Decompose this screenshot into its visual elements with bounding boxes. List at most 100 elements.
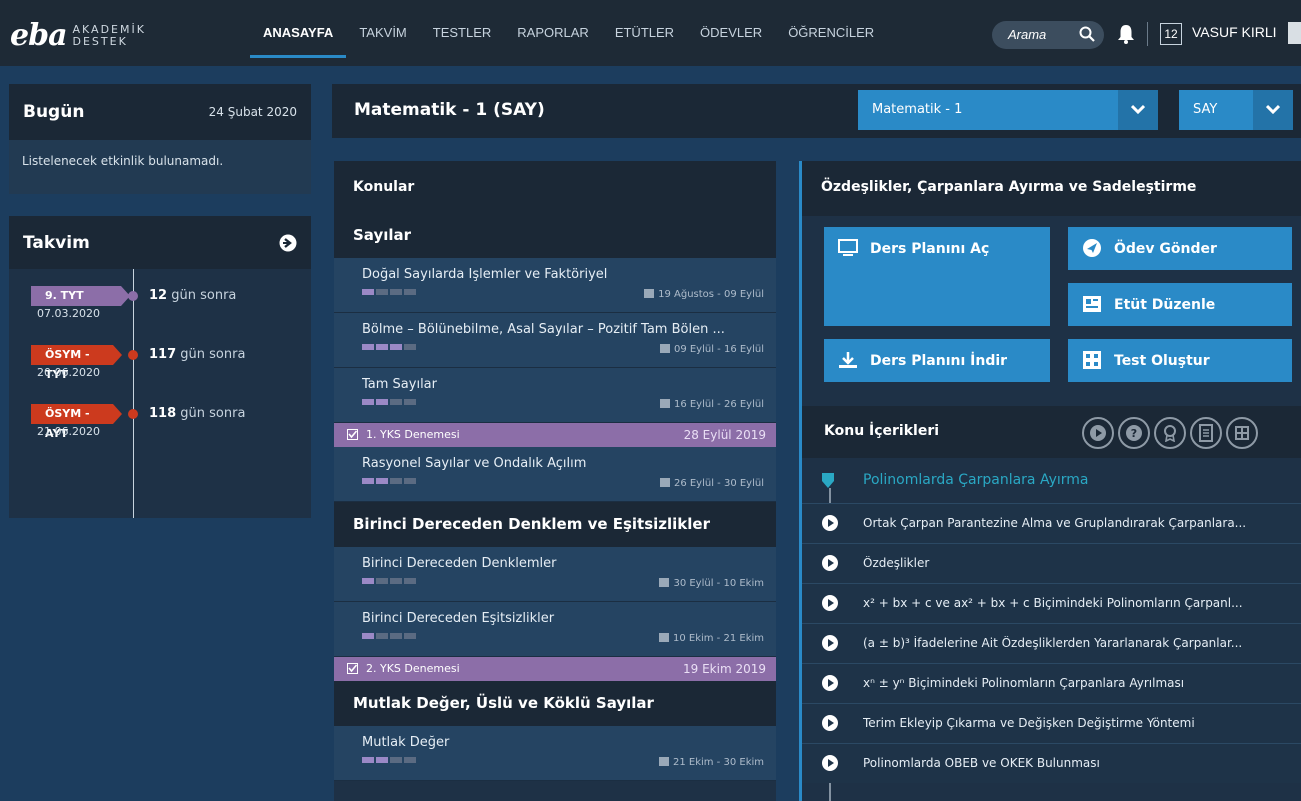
pin-icon [822, 473, 834, 488]
bell-icon[interactable] [1117, 24, 1135, 44]
progress-segment [404, 633, 416, 639]
document-filter-button[interactable] [1190, 417, 1222, 449]
content-item[interactable]: Ortak Çarpan Parantezine Alma ve Gruplan… [802, 503, 1301, 543]
nav-takvim[interactable]: TAKVİM [346, 0, 419, 66]
topic-date-range: 10 Ekim - 21 Ekim [658, 633, 764, 644]
content-item[interactable]: x² + bx + c ve ax² + bx + c Biçimindeki … [802, 583, 1301, 623]
content-item[interactable]: (a ± b)³ İfadelerine Ait Özdeşliklerden … [802, 623, 1301, 663]
test-filter-button[interactable] [1226, 417, 1258, 449]
nav-odevler[interactable]: ÖDEVLER [687, 0, 775, 66]
search-icon[interactable] [1079, 26, 1095, 42]
topic-row[interactable]: Tam Sayılar 16 Eylül - 26 Eylül [334, 368, 776, 423]
play-circle-icon [822, 675, 838, 691]
progress-segment [404, 757, 416, 763]
contents-header: Konu İçerikleri ? [802, 406, 1301, 458]
presentation-icon [1083, 296, 1101, 312]
content-item-label: x² + bx + c ve ax² + bx + c Biçimindeki … [863, 596, 1243, 610]
nav-ogrenciler[interactable]: ÖĞRENCİLER [775, 0, 887, 66]
calendar-icon [659, 578, 670, 587]
topic-date-range: 09 Eylül - 16 Eylül [659, 344, 764, 355]
calendar-icon [658, 757, 669, 766]
event-countdown: 118 gün sonra [149, 406, 246, 421]
open-lesson-plan-button[interactable]: Ders Planını Aç [824, 227, 1050, 326]
topic-detail-panel: Özdeşlikler, Çarpanlara Ayırma ve Sadele… [799, 161, 1301, 801]
section-header[interactable]: Birinci Dereceden Denklem ve Eşitsizlikl… [334, 502, 776, 547]
progress-segment [362, 289, 374, 295]
test-grid-icon [1235, 426, 1249, 440]
nav-anasayfa[interactable]: ANASAYFA [250, 0, 347, 66]
section-header[interactable]: Mutlak Değer, Üslü ve Köklü Sayılar [334, 681, 776, 726]
content-item[interactable]: Terim Ekleyip Çıkarma ve Değişken Değişt… [802, 703, 1301, 743]
edit-etut-button[interactable]: Etüt Düzenle [1068, 283, 1292, 326]
topic-row[interactable]: Birinci Dereceden Denklemler 30 Eylül - 1… [334, 547, 776, 602]
content-item-label: Ortak Çarpan Parantezine Alma ve Gruplan… [863, 516, 1247, 530]
event-tag: 9. TYT [31, 286, 130, 306]
content-item[interactable]: xⁿ ± yⁿ Biçimindeki Polinomların Çarpanl… [802, 663, 1301, 703]
exam-name: 2. YKS Denemesi [366, 662, 460, 675]
progress-segment [390, 633, 402, 639]
content-item-label: xⁿ ± yⁿ Biçimindeki Polinomların Çarpanl… [863, 676, 1185, 690]
today-empty-message: Listelenecek etkinlik bulunamadı. [9, 140, 311, 194]
question-filter-button[interactable]: ? [1118, 417, 1150, 449]
calendar-event[interactable]: ÖSYM - AYT 21.06.2020 118 gün sonra [31, 404, 291, 440]
calendar-panel: Takvim 9. TYT 07.03.2020 12 gün sonra ÖS… [9, 216, 311, 518]
avatar[interactable] [1288, 22, 1301, 44]
event-countdown: 117 gün sonra [149, 347, 246, 362]
exam-row[interactable]: 2. YKS Denemesi 19 Ekim 2019 [334, 657, 776, 681]
progress-segment [390, 757, 402, 763]
course-select[interactable]: Matematik - 1 [858, 90, 1158, 130]
topic-name: Birinci Dereceden Eşitsizlikler [362, 611, 555, 626]
notification-count-badge[interactable]: 12 [1160, 23, 1182, 45]
content-group[interactable]: Polinomlarda Çarpanlara Ayırma [802, 458, 1301, 503]
progress-segment [404, 478, 416, 484]
topic-name: Mutlak Değer [362, 735, 450, 750]
user-name[interactable]: VASUF KIRLI [1192, 24, 1277, 40]
topic-row[interactable]: Birinci Dereceden Eşitsizlikler 10 Ekim -… [334, 602, 776, 657]
create-test-button[interactable]: Test Oluştur [1068, 339, 1292, 382]
main-nav: ANASAYFA TAKVİM TESTLER RAPORLAR ETÜTLER… [250, 0, 887, 66]
today-date: 24 Şubat 2020 [208, 105, 297, 119]
course-select-value: Matematik - 1 [872, 102, 963, 117]
progress-segment [404, 344, 416, 350]
exam-row[interactable]: 1. YKS Denemesi 28 Eylül 2019 [334, 423, 776, 447]
svg-text:?: ? [1131, 427, 1137, 440]
header-divider [1147, 22, 1148, 46]
calendar-title: Takvim [23, 232, 90, 253]
video-filter-button[interactable] [1082, 417, 1114, 449]
topic-row[interactable]: Doğal Sayılarda İşlemler ve Faktöriyel 19… [334, 258, 776, 313]
topic-progress [362, 578, 416, 584]
play-circle-icon [822, 715, 838, 731]
question-icon: ? [1126, 425, 1142, 441]
nav-testler[interactable]: TESTLER [420, 0, 505, 66]
topic-name: Tam Sayılar [362, 377, 437, 392]
content-tree: Polinomlarda Çarpanlara Ayırma Ortak Çar… [802, 458, 1301, 801]
download-icon [839, 352, 857, 368]
progress-segment [404, 399, 416, 405]
track-select[interactable]: SAY [1179, 90, 1293, 130]
arrow-right-circle-icon[interactable] [279, 234, 297, 252]
search-box[interactable]: Arama [992, 21, 1104, 49]
topic-row[interactable]: Bölme – Bölünebilme, Asal Sayılar – Pozi… [334, 313, 776, 368]
topic-date-range: 30 Eylül - 10 Ekim [659, 578, 764, 589]
exam-date: 19 Ekim 2019 [683, 662, 766, 676]
content-item-label: Terim Ekleyip Çıkarma ve Değişken Değişt… [863, 716, 1195, 730]
content-item[interactable]: Polinomlarda OBEB ve OKEK Bulunması [802, 743, 1301, 783]
topic-row[interactable]: Mutlak Değer 21 Ekim - 30 Ekim [334, 726, 776, 781]
calendar-event[interactable]: ÖSYM - TYT 20.06.2020 117 gün sonra [31, 345, 291, 381]
download-lesson-plan-button[interactable]: Ders Planını İndir [824, 339, 1050, 382]
topic-row[interactable]: Rasyonel Sayılar ve Ondalık Açılım 26 Eyl… [334, 447, 776, 502]
progress-segment [376, 344, 388, 350]
content-item[interactable]: Özdeşlikler [802, 543, 1301, 583]
topic-name: Bölme – Bölünebilme, Asal Sayılar – Pozi… [362, 322, 725, 337]
eba-logo[interactable]: eba AKADEMİK DESTEK [10, 18, 146, 53]
nav-etutler[interactable]: ETÜTLER [602, 0, 687, 66]
award-filter-button[interactable] [1154, 417, 1186, 449]
calendar-event[interactable]: 9. TYT 07.03.2020 12 gün sonra [31, 286, 291, 322]
nav-raporlar[interactable]: RAPORLAR [504, 0, 602, 66]
send-homework-button[interactable]: Ödev Gönder [1068, 227, 1292, 270]
section-header[interactable]: Sayılar [334, 213, 776, 258]
chevron-down-icon [1131, 104, 1145, 114]
subject-title: Matematik - 1 (SAY) [354, 100, 545, 120]
progress-segment [390, 578, 402, 584]
content-group-label: Polinomlarda Çarpanlara Ayırma [863, 472, 1089, 488]
